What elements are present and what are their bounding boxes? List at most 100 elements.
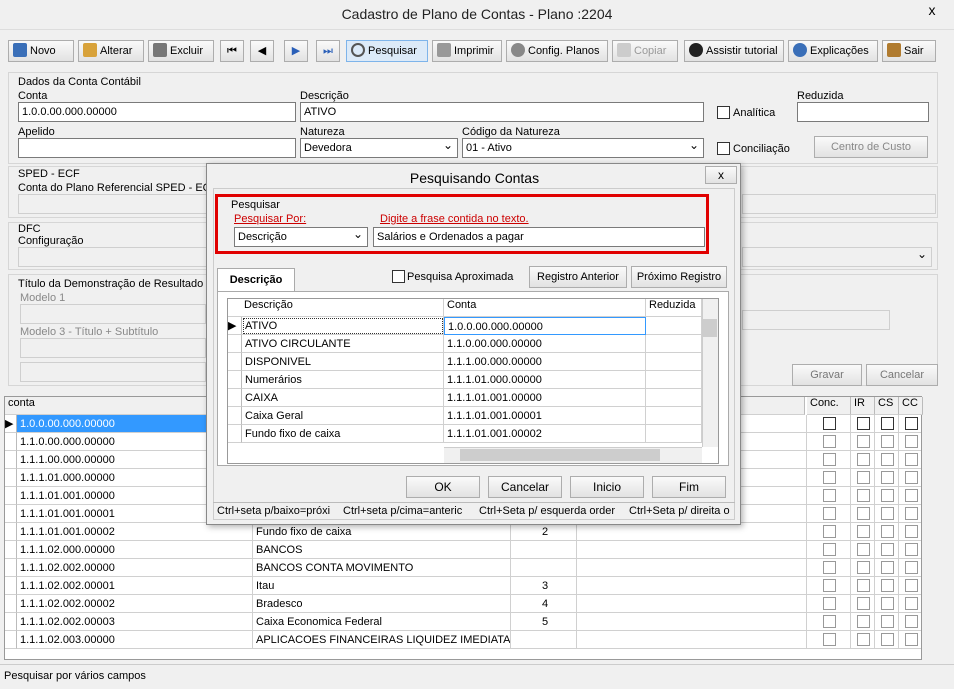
fim-button[interactable]: Fim (652, 476, 726, 498)
row-checkbox[interactable] (856, 435, 870, 448)
row-checkbox[interactable] (880, 453, 894, 466)
row-checkbox[interactable] (904, 471, 918, 484)
row-checkbox[interactable] (904, 453, 918, 466)
assistir-tutorial-button[interactable]: Assistir tutorial (684, 40, 784, 62)
row-checkbox[interactable] (822, 471, 836, 484)
result-hscroll-thumb[interactable] (460, 449, 660, 461)
row-checkbox[interactable] (856, 471, 870, 484)
analitica-checkbox[interactable] (717, 106, 730, 119)
row-checkbox[interactable] (856, 561, 870, 574)
table-row[interactable]: 1.1.1.02.002.00003 Caixa Economica Federa… (5, 613, 921, 631)
row-checkbox[interactable] (856, 579, 870, 592)
prev-record-button[interactable]: ◀ (250, 40, 274, 62)
row-checkbox[interactable] (822, 579, 836, 592)
alterar-button[interactable]: Alterar (78, 40, 144, 62)
row-checkbox[interactable] (822, 525, 836, 538)
row-checkbox[interactable] (856, 507, 870, 520)
row-checkbox[interactable] (904, 615, 918, 628)
row-checkbox[interactable] (904, 543, 918, 556)
close-window-button[interactable]: x (916, 0, 948, 20)
row-checkbox[interactable] (880, 525, 894, 538)
conciliacao-checkbox[interactable] (717, 142, 730, 155)
row-checkbox[interactable] (822, 507, 836, 520)
conta-referencial-input[interactable] (18, 194, 210, 214)
row-checkbox[interactable] (822, 417, 836, 430)
result-row[interactable]: Fundo fixo de caixa 1.1.1.01.001.00002 (228, 425, 702, 443)
row-checkbox[interactable] (880, 615, 894, 628)
row-checkbox[interactable] (904, 507, 918, 520)
proximo-registro-button[interactable]: Próximo Registro (631, 266, 727, 288)
centro-custo-button[interactable]: Centro de Custo (814, 136, 928, 158)
inicio-button[interactable]: Inicio (570, 476, 644, 498)
next-record-button[interactable]: ▶ (284, 40, 308, 62)
row-checkbox[interactable] (822, 633, 836, 646)
table-row[interactable]: 1.1.1.02.002.00001 Itau 3 (5, 577, 921, 595)
row-checkbox[interactable] (822, 543, 836, 556)
table-row[interactable]: 1.1.1.02.003.00000 APLICACOES FINANCEIRAS… (5, 631, 921, 649)
modelo3-input[interactable] (20, 338, 206, 358)
result-vscroll-thumb[interactable] (703, 319, 717, 337)
copiar-button[interactable]: Copiar (612, 40, 678, 62)
row-checkbox[interactable] (856, 489, 870, 502)
gravar-button[interactable]: Gravar (792, 364, 862, 386)
row-checkbox[interactable] (856, 633, 870, 646)
result-row[interactable]: Caixa Geral 1.1.1.01.001.00001 (228, 407, 702, 425)
row-checkbox[interactable] (880, 597, 894, 610)
row-checkbox[interactable] (904, 489, 918, 502)
imprimir-button[interactable]: Imprimir (432, 40, 502, 62)
result-row[interactable]: ATIVO CIRCULANTE 1.1.0.00.000.00000 (228, 335, 702, 353)
explicacoes-button[interactable]: Explicações (788, 40, 878, 62)
row-checkbox[interactable] (856, 525, 870, 538)
modelo3-sub-input[interactable] (20, 362, 206, 382)
configuracao-select-right[interactable] (742, 247, 932, 267)
natureza-select[interactable]: Devedora (300, 138, 458, 158)
row-checkbox[interactable] (822, 453, 836, 466)
row-checkbox[interactable] (856, 543, 870, 556)
registro-anterior-button[interactable]: Registro Anterior (529, 266, 627, 288)
row-checkbox[interactable] (856, 453, 870, 466)
row-checkbox[interactable] (904, 525, 918, 538)
row-checkbox[interactable] (856, 417, 870, 430)
row-checkbox[interactable] (904, 561, 918, 574)
result-row[interactable]: ▶ ATIVO 1.0.0.00.000.00000 (228, 317, 702, 335)
row-checkbox[interactable] (822, 597, 836, 610)
result-grid[interactable]: Descrição Conta Reduzida ▶ ATIVO 1.0.0.00.000… (227, 298, 719, 464)
row-checkbox[interactable] (856, 615, 870, 628)
table-row[interactable]: 1.1.1.02.000.00000 BANCOS (5, 541, 921, 559)
row-checkbox[interactable] (880, 507, 894, 520)
row-checkbox[interactable] (822, 615, 836, 628)
modelo1-input[interactable] (20, 304, 206, 324)
ok-button[interactable]: OK (406, 476, 480, 498)
row-checkbox[interactable] (856, 597, 870, 610)
frase-input[interactable]: Salários e Ordenados a pagar (373, 227, 705, 247)
apelido-input[interactable] (18, 138, 296, 158)
result-row[interactable]: DISPONIVEL 1.1.1.00.000.00000 (228, 353, 702, 371)
table-row[interactable]: 1.1.1.02.002.00000 BANCOS CONTA MOVIMENTO (5, 559, 921, 577)
pesquisar-button[interactable]: Pesquisar (346, 40, 428, 62)
config-planos-button[interactable]: Config. Planos (506, 40, 608, 62)
row-checkbox[interactable] (880, 561, 894, 574)
tab-descricao[interactable]: Descrição (217, 268, 295, 292)
row-checkbox[interactable] (880, 633, 894, 646)
row-checkbox[interactable] (822, 435, 836, 448)
row-checkbox[interactable] (880, 489, 894, 502)
row-checkbox[interactable] (880, 471, 894, 484)
row-checkbox[interactable] (822, 561, 836, 574)
row-checkbox[interactable] (880, 579, 894, 592)
codigo-natureza-select[interactable]: 01 - Ativo (462, 138, 704, 158)
cancelar-form-button[interactable]: Cancelar (866, 364, 938, 386)
row-checkbox[interactable] (904, 633, 918, 646)
row-checkbox[interactable] (904, 597, 918, 610)
novo-button[interactable]: Novo (8, 40, 74, 62)
result-row[interactable]: CAIXA 1.1.1.01.001.00000 (228, 389, 702, 407)
row-checkbox[interactable] (904, 579, 918, 592)
reduzida-input[interactable] (797, 102, 929, 122)
pesquisar-por-select[interactable]: Descrição (234, 227, 368, 247)
first-record-button[interactable]: ⏮ (220, 40, 244, 62)
cancelar-dialog-button[interactable]: Cancelar (488, 476, 562, 498)
row-checkbox[interactable] (822, 489, 836, 502)
pesquisa-aproximada-checkbox[interactable] (392, 270, 405, 283)
row-checkbox[interactable] (880, 435, 894, 448)
table-row[interactable]: 1.1.1.01.001.00002 Fundo fixo de caixa 2 (5, 523, 921, 541)
row-checkbox[interactable] (904, 435, 918, 448)
